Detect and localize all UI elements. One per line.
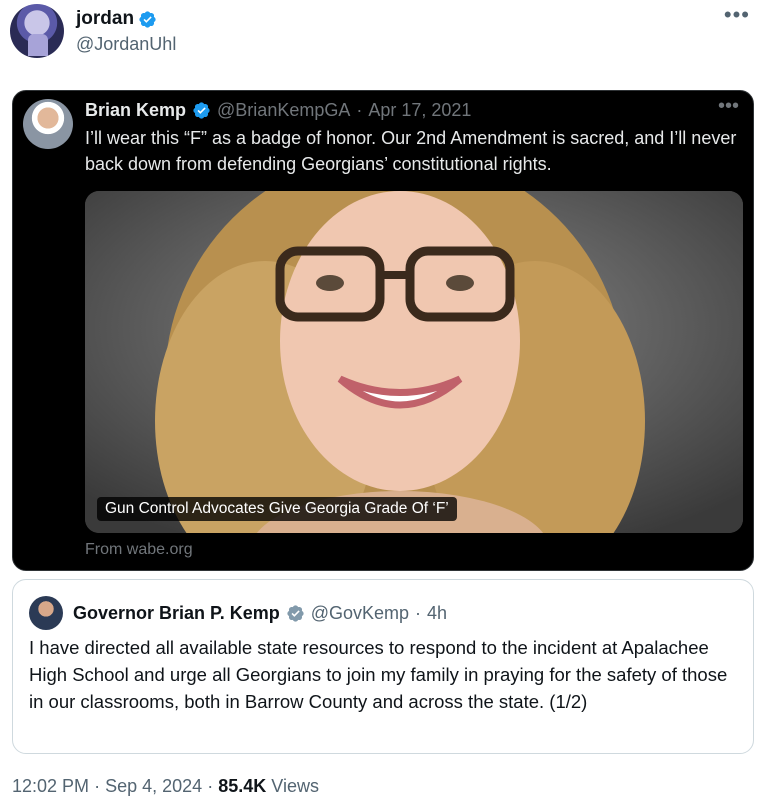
quoted-avatar <box>29 596 63 630</box>
tweet-author: jordan @JordanUhl <box>10 4 176 58</box>
quoted-handle: @GovKemp <box>310 602 410 623</box>
embedded-date: Apr 17, 2021 <box>368 100 472 120</box>
author-names: jordan @JordanUhl <box>76 4 176 57</box>
quoted-tweet-text: I have directed all available state reso… <box>29 637 728 712</box>
quoted-display-name: Governor Brian P. Kemp <box>73 602 280 623</box>
footer-separator: · <box>94 776 101 796</box>
tweet-metadata: 12:02 PM · Sep 4, 2024 · 85.4K Views <box>12 776 319 797</box>
verified-badge-icon[interactable] <box>138 10 157 29</box>
portrait-illustration <box>85 191 743 533</box>
quoted-separator: · <box>415 602 422 623</box>
author-display-name[interactable]: jordan <box>76 8 134 30</box>
government-badge-icon <box>286 604 305 623</box>
link-source: From wabe.org <box>85 541 193 558</box>
verified-badge-icon <box>192 101 211 120</box>
embedded-tweet-image[interactable]: Brian Kemp @BrianKempGA · Apr 17, 2021 •… <box>12 90 754 571</box>
embedded-separator: · <box>356 100 363 120</box>
quoted-tweet[interactable]: Governor Brian P. Kemp @GovKemp · 4h I h… <box>12 579 754 754</box>
embedded-avatar <box>23 99 73 149</box>
embedded-display-name: Brian Kemp <box>85 100 187 120</box>
views-label: Views <box>271 776 319 796</box>
author-display-name-row[interactable]: jordan <box>76 8 176 30</box>
author-handle[interactable]: @JordanUhl <box>76 31 176 57</box>
quoted-header: Governor Brian P. Kemp @GovKemp · 4h <box>29 596 447 630</box>
tweet-time[interactable]: 12:02 PM <box>12 776 89 796</box>
tweet-date[interactable]: Sep 4, 2024 <box>105 776 202 796</box>
quoted-time: 4h <box>427 602 448 623</box>
footer-separator: · <box>207 776 214 796</box>
views-count: 85.4K <box>218 776 267 796</box>
image-caption: Gun Control Advocates Give Georgia Grade… <box>97 497 457 521</box>
article-photo: Gun Control Advocates Give Georgia Grade… <box>85 191 743 533</box>
embedded-handle: @BrianKempGA <box>217 100 351 120</box>
author-avatar[interactable] <box>10 4 64 58</box>
embedded-header: Brian Kemp @BrianKempGA · Apr 17, 2021 <box>85 99 471 121</box>
embedded-tweet-text: I’ll wear this “F” as a badge of honor. … <box>85 128 737 174</box>
embedded-more-icon: ••• <box>717 95 739 117</box>
more-options-icon[interactable]: ••• <box>724 2 750 28</box>
